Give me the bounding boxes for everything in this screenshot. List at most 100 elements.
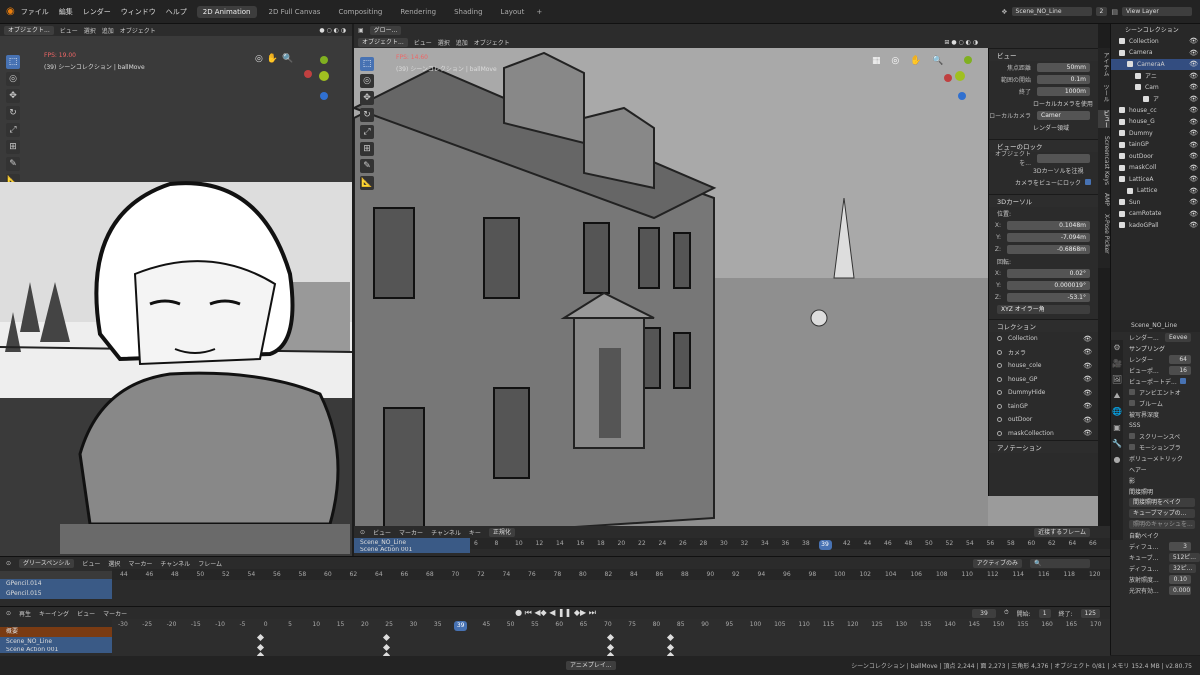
outliner-checkbox-icon[interactable] bbox=[1135, 72, 1141, 79]
tab-compositing[interactable]: Compositing bbox=[332, 6, 388, 18]
auto-bake-checkbox[interactable]: 自動ベイク bbox=[1129, 531, 1159, 540]
gp-menu-frame[interactable]: フレーム bbox=[198, 559, 222, 568]
outliner-checkbox-icon[interactable] bbox=[1119, 141, 1125, 148]
gp-channel-014[interactable]: GPencil.014 bbox=[0, 579, 112, 589]
eye-icon[interactable]: 👁 bbox=[1083, 348, 1092, 356]
eye-icon[interactable]: 👁 bbox=[1189, 164, 1198, 172]
outliner-checkbox-icon[interactable] bbox=[1127, 187, 1133, 194]
clip-start-field[interactable]: 0.1m bbox=[1037, 74, 1090, 84]
tab-layout[interactable]: Layout bbox=[495, 6, 531, 18]
eye-icon[interactable]: 👁 bbox=[1189, 95, 1198, 103]
right-glow-dropdown[interactable]: グロー... bbox=[369, 25, 402, 35]
eye-icon[interactable]: 👁 bbox=[1189, 60, 1198, 68]
collection-radio-icon[interactable] bbox=[997, 430, 1002, 436]
volumetrics-section[interactable]: ボリューメトリック bbox=[1129, 454, 1183, 463]
right-move-tool-icon[interactable]: ✥ bbox=[360, 91, 374, 105]
eye-icon[interactable]: 👁 bbox=[1189, 187, 1198, 195]
timeline-scene-row[interactable]: Scene_NO_Line bbox=[0, 637, 112, 647]
outliner-checkbox-icon[interactable] bbox=[1119, 118, 1125, 125]
collection-section-header[interactable]: コレクション bbox=[989, 319, 1098, 332]
diffuse-bounces-field[interactable]: 3 bbox=[1169, 541, 1191, 551]
left-menu-add[interactable]: 追加 bbox=[102, 26, 114, 35]
editor-type-icon[interactable]: ▣ bbox=[358, 27, 364, 34]
collection-row[interactable]: DummyHide 👁 bbox=[989, 386, 1098, 400]
outliner-checkbox-icon[interactable] bbox=[1135, 84, 1141, 91]
gp-search-box[interactable] bbox=[0, 571, 112, 579]
timeline-action-row[interactable]: Scene Action 001 bbox=[0, 647, 112, 653]
playback-menu[interactable]: 再生 bbox=[19, 609, 31, 618]
eye-icon[interactable]: 👁 bbox=[1189, 129, 1198, 137]
collection-radio-icon[interactable] bbox=[997, 363, 1002, 369]
outliner-checkbox-icon[interactable] bbox=[1119, 222, 1125, 229]
right-measure-tool-icon[interactable]: 📐 bbox=[360, 176, 374, 190]
gp-channel-015[interactable]: GPencil.015 bbox=[0, 589, 112, 599]
right-menu-select[interactable]: 選択 bbox=[438, 38, 450, 47]
rotation-mode-dropdown[interactable]: XYZ オイラー角 bbox=[997, 304, 1090, 314]
scene-index[interactable]: 2 bbox=[1095, 7, 1108, 16]
motion-blur-section[interactable]: モーションブラ bbox=[1139, 443, 1181, 452]
timeline-frame-ruler[interactable]: -30 -25 -20 -15 -10 -5 0 5 10 15 20 25 30 35 39 45 50 55 6… bbox=[112, 619, 1110, 660]
loc-z-field[interactable]: -0.6868m bbox=[1007, 244, 1090, 254]
tab-xpose-picker[interactable]: X-Pose Picker bbox=[1098, 214, 1110, 254]
gp-active-only-toggle[interactable]: アクティブのみ bbox=[972, 558, 1022, 568]
outliner-checkbox-icon[interactable] bbox=[1127, 61, 1133, 68]
start-frame-field[interactable]: 1 bbox=[1038, 608, 1051, 618]
collection-row[interactable]: tainGP 👁 bbox=[989, 400, 1098, 414]
menu-edit[interactable]: 編集 bbox=[59, 7, 73, 17]
collection-radio-icon[interactable] bbox=[997, 336, 1002, 342]
left-menu-object[interactable]: オブジェクト bbox=[120, 26, 156, 35]
tab-shading[interactable]: Shading bbox=[448, 6, 488, 18]
eye-icon[interactable]: 👁 bbox=[1083, 389, 1092, 397]
menu-help[interactable]: ヘルプ bbox=[166, 7, 187, 17]
tab-amp[interactable]: AMP bbox=[1098, 193, 1110, 206]
ds-action-row[interactable]: Scene Action 001 bbox=[354, 547, 470, 553]
rot-x-field[interactable]: 0.02° bbox=[1007, 268, 1090, 278]
outliner-item[interactable]: ア 👁 bbox=[1111, 93, 1200, 105]
eye-icon[interactable]: 👁 bbox=[1189, 118, 1198, 126]
left-shading-icons[interactable]: ● ○ ◐ ◑ bbox=[319, 27, 346, 34]
eye-icon[interactable]: 👁 bbox=[1083, 429, 1092, 437]
annotate-tool-icon[interactable]: ✎ bbox=[6, 157, 20, 171]
keyframe-marker[interactable] bbox=[256, 633, 265, 642]
rotate-tool-icon[interactable]: ↻ bbox=[6, 106, 20, 120]
clock-icon[interactable]: ⏱ bbox=[1004, 609, 1009, 617]
outliner-item[interactable]: kadoGPall 👁 bbox=[1111, 220, 1200, 232]
menu-file[interactable]: ファイル bbox=[21, 7, 49, 17]
keying-menu[interactable]: キーイング bbox=[39, 609, 69, 618]
eye-icon[interactable]: 👁 bbox=[1083, 416, 1092, 424]
keyframe-marker[interactable] bbox=[666, 643, 675, 652]
filter-field[interactable]: 0.000 bbox=[1169, 585, 1191, 595]
blender-logo-icon[interactable]: ◉ bbox=[6, 6, 15, 17]
right-transform-tool-icon[interactable]: ⊞ bbox=[360, 142, 374, 156]
right-rotate-tool-icon[interactable]: ↻ bbox=[360, 108, 374, 122]
hair-section[interactable]: ヘアー bbox=[1129, 465, 1147, 474]
left-menu-select[interactable]: 選択 bbox=[84, 26, 96, 35]
diffuse-size-field[interactable]: 32ピ... bbox=[1169, 563, 1197, 573]
ambient-occlusion-section[interactable]: アンビエントオ bbox=[1139, 388, 1181, 397]
outliner-checkbox-icon[interactable] bbox=[1143, 95, 1149, 102]
right-nav-icons[interactable]: ▦ ◎ ✋ 🔍 bbox=[872, 56, 947, 66]
eye-icon[interactable]: 👁 bbox=[1189, 37, 1198, 45]
outliner-item[interactable]: outDoor 👁 bbox=[1111, 151, 1200, 163]
outliner-item[interactable]: maskColl 👁 bbox=[1111, 162, 1200, 174]
right-shading-icons[interactable]: ⊞ ● ○ ◐ ◑ bbox=[944, 39, 978, 46]
ds-menu-marker[interactable]: マーカー bbox=[399, 528, 423, 537]
outliner-checkbox-icon[interactable] bbox=[1119, 176, 1125, 183]
menu-render[interactable]: レンダー bbox=[83, 7, 111, 17]
gp-menu-view[interactable]: ビュー bbox=[82, 559, 100, 568]
keyframe-marker[interactable] bbox=[606, 643, 615, 652]
right-menu-object[interactable]: オブジェクト bbox=[474, 38, 510, 47]
outliner-checkbox-icon[interactable] bbox=[1119, 49, 1125, 56]
collection-row[interactable]: Collection 👁 bbox=[989, 332, 1098, 346]
properties-tab-icons[interactable]: ⚙ 🎥 🖼 ⛰ 🌐 ▣ 🔧 ● bbox=[1111, 340, 1123, 540]
dopesheet-type-icon[interactable]: ⊙ bbox=[360, 529, 365, 536]
view-section-header[interactable]: ビュー bbox=[989, 48, 1098, 61]
sampling-section[interactable]: サンプリング bbox=[1129, 344, 1165, 353]
outliner-item[interactable]: Lattice 👁 bbox=[1111, 185, 1200, 197]
render-engine-dropdown[interactable]: Eevee bbox=[1165, 332, 1192, 342]
eye-icon[interactable]: 👁 bbox=[1189, 106, 1198, 114]
cubemap-size-field[interactable]: 512ピ... bbox=[1168, 552, 1200, 562]
gp-menu-marker[interactable]: マーカー bbox=[128, 559, 152, 568]
gp-menu-channel[interactable]: チャンネル bbox=[160, 559, 190, 568]
collection-radio-icon[interactable] bbox=[997, 349, 1002, 355]
